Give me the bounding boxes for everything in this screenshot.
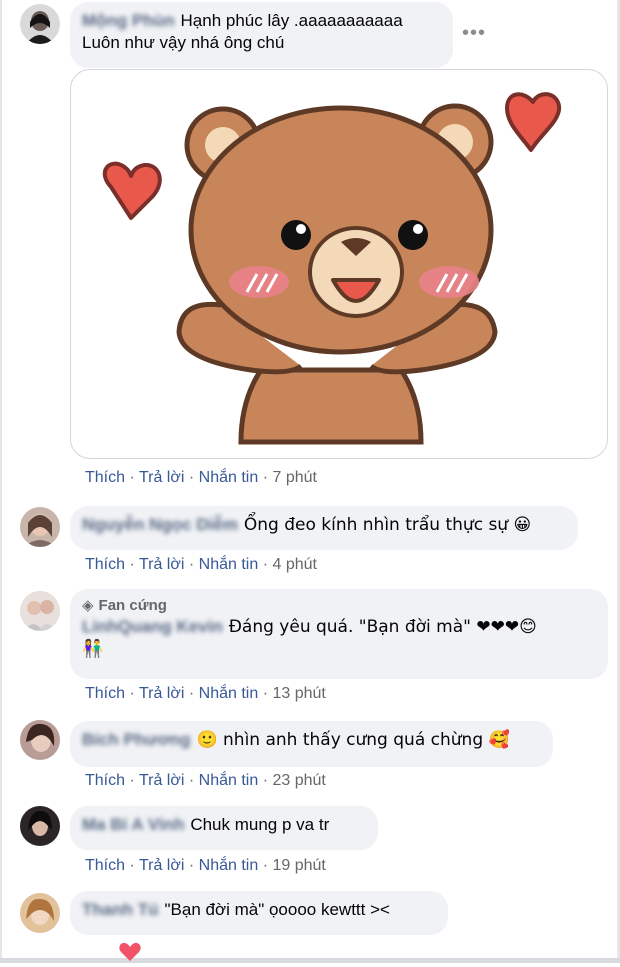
comment-actions: Thích · Trả lời · Nhắn tin · 13 phút <box>85 685 326 702</box>
commenter-name[interactable]: Nguyễn Ngọc Diễm <box>82 514 238 536</box>
like-link[interactable]: Thích <box>85 857 125 874</box>
sticker-attachment[interactable] <box>70 69 608 459</box>
bear-sticker-image <box>102 92 562 445</box>
heart-icon <box>102 161 162 220</box>
comment-bubble: Ma Bi A Vinh Chuk mung p va tr <box>70 806 378 850</box>
comment-text-line-2: Luôn như vậy nhá ông chú <box>82 33 285 52</box>
like-link[interactable]: Thích <box>85 469 125 486</box>
comment-text: Ổng đeo kính nhìn trẩu thực sự 😀 <box>243 515 532 535</box>
comment-bubble: Nguyễn Ngọc Diễm Ổng đeo kính nhìn trẩu t… <box>70 506 578 550</box>
diamond-icon: ◈ <box>82 597 94 614</box>
comment-bubble: Mộng Phùn Hạnh phúc lây .aaaaaaaaaaa Luôn… <box>70 2 453 68</box>
commenter-name[interactable]: Bích Phương <box>82 729 190 751</box>
comment-actions: Thích · Trả lời · Nhắn tin · 19 phút <box>85 857 326 874</box>
comment-bubble: ◈ Fan cứng LinhQuang Kevin Đáng yêu quá. "… <box>70 589 608 679</box>
comment-actions: Thích · Trả lời · Nhắn tin · 23 phút <box>85 772 326 789</box>
bottom-border <box>0 958 620 963</box>
message-link[interactable]: Nhắn tin <box>199 556 259 573</box>
reply-link[interactable]: Trả lời <box>139 469 184 486</box>
avatar[interactable] <box>20 720 60 760</box>
reply-link[interactable]: Trả lời <box>139 857 184 874</box>
commenter-name[interactable]: Ma Bi A Vinh <box>82 814 184 836</box>
comment-text: 🙂 nhìn anh thấy cưng quá chừng 🥰 <box>196 730 510 750</box>
avatar[interactable] <box>20 893 60 933</box>
avatar[interactable] <box>20 507 60 547</box>
like-link[interactable]: Thích <box>85 685 125 702</box>
comment-bubble: Bích Phương 🙂 nhìn anh thấy cưng quá chừn… <box>70 721 553 767</box>
more-options-icon[interactable]: ••• <box>462 23 486 43</box>
reply-link[interactable]: Trả lời <box>139 772 184 789</box>
reply-link[interactable]: Trả lời <box>139 556 184 573</box>
message-link[interactable]: Nhắn tin <box>199 857 259 874</box>
message-link[interactable]: Nhắn tin <box>199 772 259 789</box>
avatar[interactable] <box>20 806 60 846</box>
commenter-name[interactable]: Mộng Phùn <box>82 10 175 32</box>
reply-link[interactable]: Trả lời <box>139 685 184 702</box>
timestamp[interactable]: 23 phút <box>272 772 325 789</box>
comment-text: Chuk mung p va tr <box>190 815 330 834</box>
commenter-name[interactable]: LinhQuang Kevin <box>82 616 223 638</box>
timestamp[interactable]: 7 phút <box>272 469 316 486</box>
comment-bubble: Thanh Tú "Bạn đời mà" ọoooo kewttt >< <box>70 891 448 935</box>
like-link[interactable]: Thích <box>85 556 125 573</box>
avatar[interactable] <box>20 591 60 631</box>
avatar[interactable] <box>20 4 60 44</box>
comment-actions: Thích · Trả lời · Nhắn tin · 7 phút <box>85 469 317 486</box>
message-link[interactable]: Nhắn tin <box>199 469 259 486</box>
timestamp[interactable]: 13 phút <box>272 685 325 702</box>
heart-icon <box>505 92 562 152</box>
comment-text: "Bạn đời mà" ọoooo kewttt >< <box>164 900 390 919</box>
timestamp[interactable]: 19 phút <box>272 857 325 874</box>
message-link[interactable]: Nhắn tin <box>199 685 259 702</box>
comment-actions: Thích · Trả lời · Nhắn tin · 4 phút <box>85 556 317 573</box>
commenter-name[interactable]: Thanh Tú <box>82 899 158 921</box>
heart-reaction-icon[interactable] <box>118 942 142 967</box>
top-fan-badge: ◈ Fan cứng <box>82 597 167 614</box>
left-border <box>0 0 2 963</box>
timestamp[interactable]: 4 phút <box>272 556 316 573</box>
comment-text: Hạnh phúc lây .aaaaaaaaaaa <box>180 11 403 30</box>
comment-text: Đáng yêu quá. "Bạn đời mà" ❤❤❤😊 <box>228 617 537 637</box>
like-link[interactable]: Thích <box>85 772 125 789</box>
comment-text-line-2: 👫 <box>82 639 104 659</box>
